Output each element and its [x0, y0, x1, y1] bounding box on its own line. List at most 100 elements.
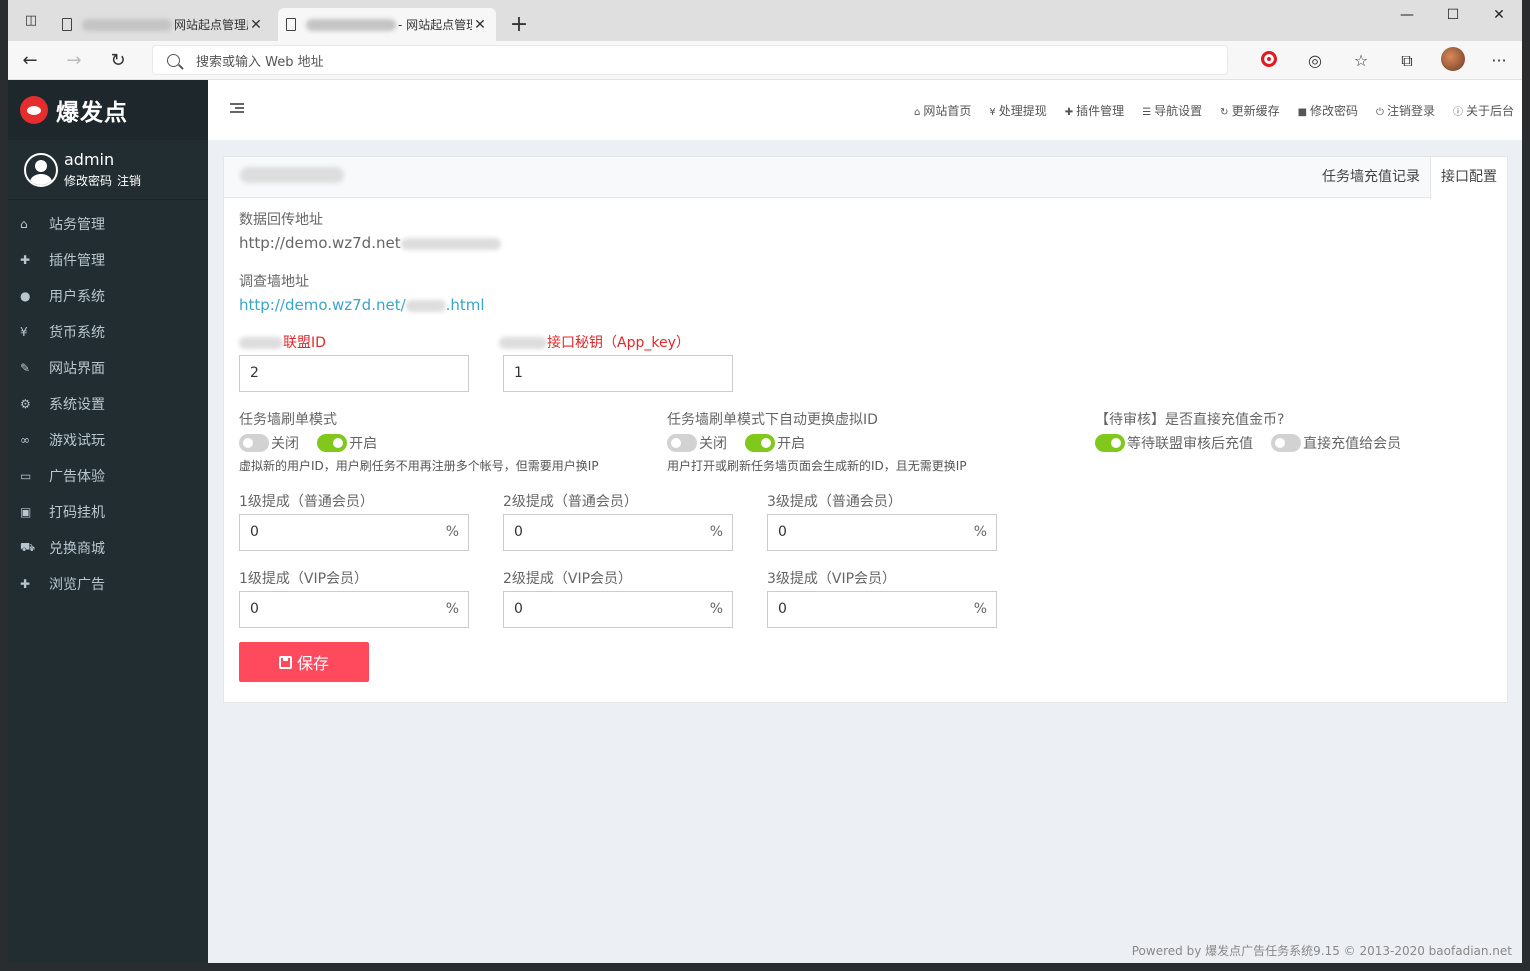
browser-tab-2[interactable]: - 网站起点管理后 ✕: [278, 8, 496, 41]
info-icon: ⓘ: [1452, 106, 1463, 118]
sidebar-item[interactable]: ✚ 浏览广告: [8, 566, 208, 602]
top-link[interactable]: ⌂ 网站首页: [914, 102, 971, 119]
tab-strip: ◫ 网站起点管理后 ✕ - 网站起点管理后 ✕ + — ☐ ✕: [8, 0, 1522, 41]
union-id-label: 联盟ID: [239, 332, 326, 352]
user-icon: ●: [20, 289, 31, 303]
sidebar-item[interactable]: ∞ 游戏试玩: [8, 422, 208, 458]
tab-recharge-records[interactable]: 任务墙充值记录: [1312, 157, 1430, 198]
commission-label: 2级提成（普通会员）: [503, 494, 638, 510]
top-link[interactable]: ⓘ 关于后台: [1453, 102, 1514, 119]
commission-label: 1级提成（VIP会员）: [239, 571, 369, 587]
plus-icon: ✚: [20, 577, 31, 591]
mode-off-toggle[interactable]: [239, 434, 269, 452]
app-key-label: 接口秘钥（App_key）: [499, 332, 690, 352]
top-link[interactable]: ¥ 处理提现: [989, 102, 1046, 119]
yen-icon: ¥: [989, 106, 996, 118]
extension-icon[interactable]: ◎: [1292, 51, 1338, 70]
minimize-button[interactable]: —: [1384, 0, 1430, 30]
brand-logo[interactable]: 爆发点: [8, 80, 208, 140]
commission-input[interactable]: 0%: [503, 591, 733, 628]
more-menu-icon[interactable]: ···: [1476, 51, 1522, 70]
close-tab-icon[interactable]: ✕: [248, 17, 264, 33]
save-button[interactable]: 保存: [239, 642, 369, 682]
survey-label: 调查墙地址: [239, 274, 309, 290]
back-button[interactable]: ←: [8, 50, 52, 71]
tab-actions-icon[interactable]: ◫: [8, 0, 54, 41]
favorites-icon[interactable]: ☆: [1338, 51, 1384, 70]
sidebar-item[interactable]: ▣ 打码挂机: [8, 494, 208, 530]
sidebar-item[interactable]: ▭ 广告体验: [8, 458, 208, 494]
callback-value: http://demo.wz7d.net: [239, 234, 501, 252]
top-link[interactable]: ☰ 导航设置: [1142, 102, 1202, 119]
close-tab-icon[interactable]: ✕: [472, 17, 488, 33]
commission-input[interactable]: 0%: [239, 514, 469, 551]
sidebar-item[interactable]: ✚ 插件管理: [8, 242, 208, 278]
sliders-icon: ☰: [1142, 106, 1152, 118]
logout-link[interactable]: 注销: [117, 174, 141, 188]
forward-button[interactable]: →: [52, 50, 96, 71]
sidebar-item[interactable]: ¥ 货币系统: [8, 314, 208, 350]
lock-icon: ■: [1297, 106, 1308, 118]
profile-avatar[interactable]: [1430, 46, 1476, 75]
change-password-link[interactable]: 修改密码: [64, 174, 112, 188]
commission-input[interactable]: 0%: [767, 514, 997, 551]
sidebar-item[interactable]: ● 用户系统: [8, 278, 208, 314]
union-id-input[interactable]: 2: [239, 355, 469, 392]
mode-label: 任务墙刷单模式: [239, 412, 337, 428]
collections-icon[interactable]: ⧉: [1384, 51, 1430, 71]
new-tab-button[interactable]: +: [502, 8, 536, 41]
opera-extension-icon[interactable]: [1246, 50, 1292, 71]
sidebar-item[interactable]: ⌂ 站务管理: [8, 206, 208, 242]
survey-link[interactable]: http://demo.wz7d.net/.html: [239, 296, 485, 314]
mode-switch-group: 关闭 开启: [239, 433, 391, 453]
browser-window: ◫ 网站起点管理后 ✕ - 网站起点管理后 ✕ + — ☐ ✕ ← → ↻ 搜索…: [8, 0, 1522, 963]
pending-switch-group: 等待联盟审核后充值 直接充值给会员: [1095, 433, 1415, 453]
tab-api-config[interactable]: 接口配置: [1430, 157, 1507, 199]
sidebar-menu: ⌂ 站务管理 ✚ 插件管理 ● 用户系统 ¥ 货币系统 ✎ 网站界面 ⚙ 系统设置 ∞ 游戏试…: [8, 200, 208, 602]
sidebar-item[interactable]: ⚙ 系统设置: [8, 386, 208, 422]
gamepad-icon: ∞: [20, 433, 30, 447]
brush-icon: ✎: [20, 361, 31, 375]
commission-input[interactable]: 0%: [503, 514, 733, 551]
brand-mark-icon: [20, 96, 48, 124]
auto-id-hint: 用户打开或刷新任务墙页面会生成新的ID，且无需更换IP: [667, 459, 967, 473]
address-bar-row: ← → ↻ 搜索或输入 Web 地址 ◎ ☆ ⧉ ···: [8, 41, 1522, 80]
mode-on-toggle[interactable]: [317, 434, 348, 452]
footer: Powered by 爆发点广告任务系统9.15 © 2013-2020 bao…: [1131, 944, 1512, 958]
top-link[interactable]: ✚ 插件管理: [1065, 102, 1124, 119]
user-avatar-icon: [24, 152, 58, 187]
reload-button[interactable]: ↻: [96, 50, 140, 71]
browser-tab-1[interactable]: 网站起点管理后 ✕: [54, 8, 272, 41]
address-placeholder: 搜索或输入 Web 地址: [196, 54, 324, 70]
address-input[interactable]: 搜索或输入 Web 地址: [152, 45, 1228, 75]
top-link[interactable]: ⏻ 注销登录: [1376, 102, 1435, 119]
auto-id-on-toggle[interactable]: [745, 434, 776, 452]
cart-icon: ⛟: [20, 540, 36, 554]
commission-label: 3级提成（VIP会员）: [767, 571, 897, 587]
user-name: admin: [64, 150, 115, 169]
yen-icon: ¥: [20, 325, 28, 339]
maximize-button[interactable]: ☐: [1430, 0, 1476, 30]
top-link[interactable]: ↻ 更新缓存: [1220, 102, 1279, 119]
brand-name: 爆发点: [56, 100, 128, 126]
main-content: ⌂ 网站首页 ¥ 处理提现 ✚ 插件管理 ☰ 导航设置 ↻ 更新缓存 ■ 修改密码 ⏻ 注销登…: [208, 80, 1522, 963]
power-icon: ⏻: [1376, 106, 1384, 118]
refresh-icon: ↻: [1220, 106, 1229, 118]
pending-wait-toggle[interactable]: [1095, 434, 1125, 452]
commission-label: 1级提成（普通会员）: [239, 494, 374, 510]
commission-input[interactable]: 0%: [239, 591, 469, 628]
sidebar-item[interactable]: ⛟ 兑换商城: [8, 530, 208, 566]
sidebar-toggle-icon[interactable]: [230, 103, 244, 114]
tab-title: 网站起点管理后: [174, 18, 248, 32]
search-icon: [167, 53, 180, 67]
puzzle-icon: ✚: [1064, 106, 1074, 118]
home-icon: ⌂: [20, 217, 28, 231]
commission-input[interactable]: 0%: [767, 591, 997, 628]
commission-label: 2级提成（VIP会员）: [503, 571, 633, 587]
sidebar-item[interactable]: ✎ 网站界面: [8, 350, 208, 386]
top-link[interactable]: ■ 修改密码: [1298, 102, 1358, 119]
app-key-input[interactable]: 1: [503, 355, 733, 392]
pending-direct-toggle[interactable]: [1271, 434, 1302, 452]
auto-id-off-toggle[interactable]: [667, 434, 697, 452]
close-window-button[interactable]: ✕: [1476, 0, 1522, 30]
